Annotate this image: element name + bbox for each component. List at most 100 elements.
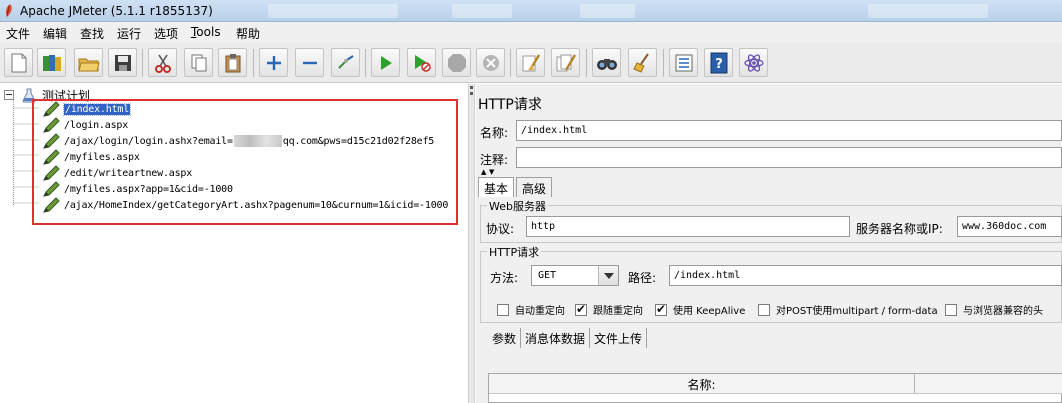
menu-run[interactable]: 运行 [117,25,141,42]
menu-search[interactable]: 查找 [80,25,104,42]
checkbox-box[interactable] [655,302,667,316]
browser-compatible-headers-checkbox[interactable]: 与浏览器兼容的头 [945,302,1043,317]
expand-button[interactable] [259,48,288,77]
keepalive-checkbox[interactable]: 使用 KeepAlive [655,302,745,317]
tree-node-sampler[interactable]: /login.aspx [42,117,128,133]
path-field[interactable]: /index.html [669,265,1062,286]
tree-node-sampler[interactable]: /ajax/login/login.ashx?email= qq.com&pws=… [42,133,434,149]
sampler-label-end: qq.com&pws=d15c21d02f28ef5 [282,136,435,147]
tab-parameters[interactable]: 参数 [488,328,522,348]
tree-node-sampler[interactable]: /ajax/HomeIndex/getCategoryArt.ashx?page… [42,197,448,213]
function-helper-button[interactable] [669,48,698,77]
shutdown-button[interactable] [476,48,505,77]
toolbar-separator [253,49,254,77]
http-sampler-pen-icon [43,181,60,197]
collapse-down-arrow-icon[interactable]: ▼ [489,169,494,176]
help-button[interactable]: ? [704,48,733,77]
checkbox-box[interactable] [758,303,770,316]
collapse-icon [302,61,317,64]
menu-edit[interactable]: 编辑 [43,25,67,42]
splitter-arrow[interactable] [470,92,473,95]
clear-icon [522,53,540,71]
toolbar-separator [586,49,587,77]
auto-redirect-checkbox[interactable]: 自动重定向 [497,302,565,317]
request-options: 自动重定向 跟随重定向 使用 KeepAlive 对POST使用multipar… [497,300,1062,317]
reset-search-button[interactable] [628,48,657,77]
server-name-label: 服务器名称或IP: [856,222,943,236]
collapse-button[interactable] [295,48,324,77]
start-no-pauses-button[interactable] [407,48,436,77]
method-select[interactable]: GET [531,265,619,286]
name-field[interactable]: /index.html [516,120,1062,141]
http-request-group-title: HTTP请求 [487,244,542,260]
method-value: GET [538,270,557,281]
pane-splitter[interactable] [468,84,475,403]
tab-advanced[interactable]: 高级 [516,177,553,197]
column-name-header[interactable]: 名称: [489,374,915,394]
menu-options[interactable]: 选项 [154,25,178,42]
menu-bar: 文件 编辑 查找 运行 选项 Tools 帮助 [0,22,1062,43]
log-viewer-button[interactable] [739,48,768,77]
save-button[interactable] [108,48,137,77]
splitter-arrow[interactable] [470,86,473,89]
tab-basic[interactable]: 基本 [478,177,515,197]
tree-node-sampler[interactable]: /myfiles.aspx?app=1&cid=-1000 [42,181,233,197]
server-name-field[interactable]: www.360doc.com [957,216,1062,237]
atom-log-icon [743,53,764,72]
open-button[interactable] [74,48,103,77]
background-tab [580,4,635,18]
menu-file[interactable]: 文件 [6,25,30,42]
request-subtabs: 参数 消息体数据 文件上传 [488,328,648,348]
start-no-pauses-icon [414,54,431,72]
sampler-label: /myfiles.aspx?app=1&cid=-1000 [64,183,233,195]
save-icon [114,54,131,71]
toolbar-separator [510,49,511,77]
tab-body-data[interactable]: 消息体数据 [521,328,591,348]
cut-button[interactable] [148,48,177,77]
search-button[interactable] [592,48,621,77]
templates-button[interactable] [37,48,66,77]
sampler-label: /login.aspx [64,119,129,131]
protocol-label: 协议: [486,222,515,236]
new-button[interactable] [4,48,33,77]
multipart-checkbox[interactable]: 对POST使用multipart / form-data [758,302,938,317]
column-value-header[interactable] [915,374,1062,394]
paste-button[interactable] [218,48,247,77]
help-icon: ? [710,52,727,73]
tree-node-sampler[interactable]: /edit/writeartnew.aspx [42,165,192,181]
tab-file-upload[interactable]: 文件上传 [590,328,648,348]
open-icon [77,58,100,71]
checkbox-box[interactable] [497,303,509,316]
binoculars-search-icon [596,58,617,70]
sampler-label: /edit/writeartnew.aspx [64,167,193,179]
follow-redirects-checkbox[interactable]: 跟随重定向 [575,302,643,317]
sampler-label: /myfiles.aspx [64,151,140,163]
paste-icon [225,53,240,72]
checkbox-box[interactable] [945,303,957,316]
http-sampler-pen-icon [43,165,60,181]
tree-node-sampler[interactable]: /myfiles.aspx [42,149,140,165]
function-helper-list-icon [675,54,692,71]
start-button[interactable] [371,48,400,77]
chevron-down-icon[interactable] [598,266,618,285]
http-sampler-pen-icon [43,133,60,149]
copy-button[interactable] [184,48,213,77]
clear-button[interactable] [516,48,545,77]
collapse-up-arrow-icon[interactable]: ▲ [481,169,486,176]
protocol-field[interactable]: http [526,216,850,237]
toggle-button[interactable] [331,48,360,77]
shutdown-icon [482,54,499,71]
menu-tools[interactable]: Tools [191,25,221,39]
checkbox-box[interactable] [575,302,587,316]
stop-button[interactable] [442,48,471,77]
stop-icon [447,53,466,72]
http-sampler-pen-icon [43,101,60,117]
method-label: 方法: [490,271,519,285]
menu-help[interactable]: 帮助 [236,25,260,42]
parameters-table: 名称: [488,373,1062,403]
tree-node-sampler[interactable]: /index.html [42,101,132,117]
clear-all-button[interactable] [551,48,580,77]
http-sampler-pen-icon [43,149,60,165]
comment-field[interactable] [516,147,1062,168]
toggle-icon [337,54,354,69]
